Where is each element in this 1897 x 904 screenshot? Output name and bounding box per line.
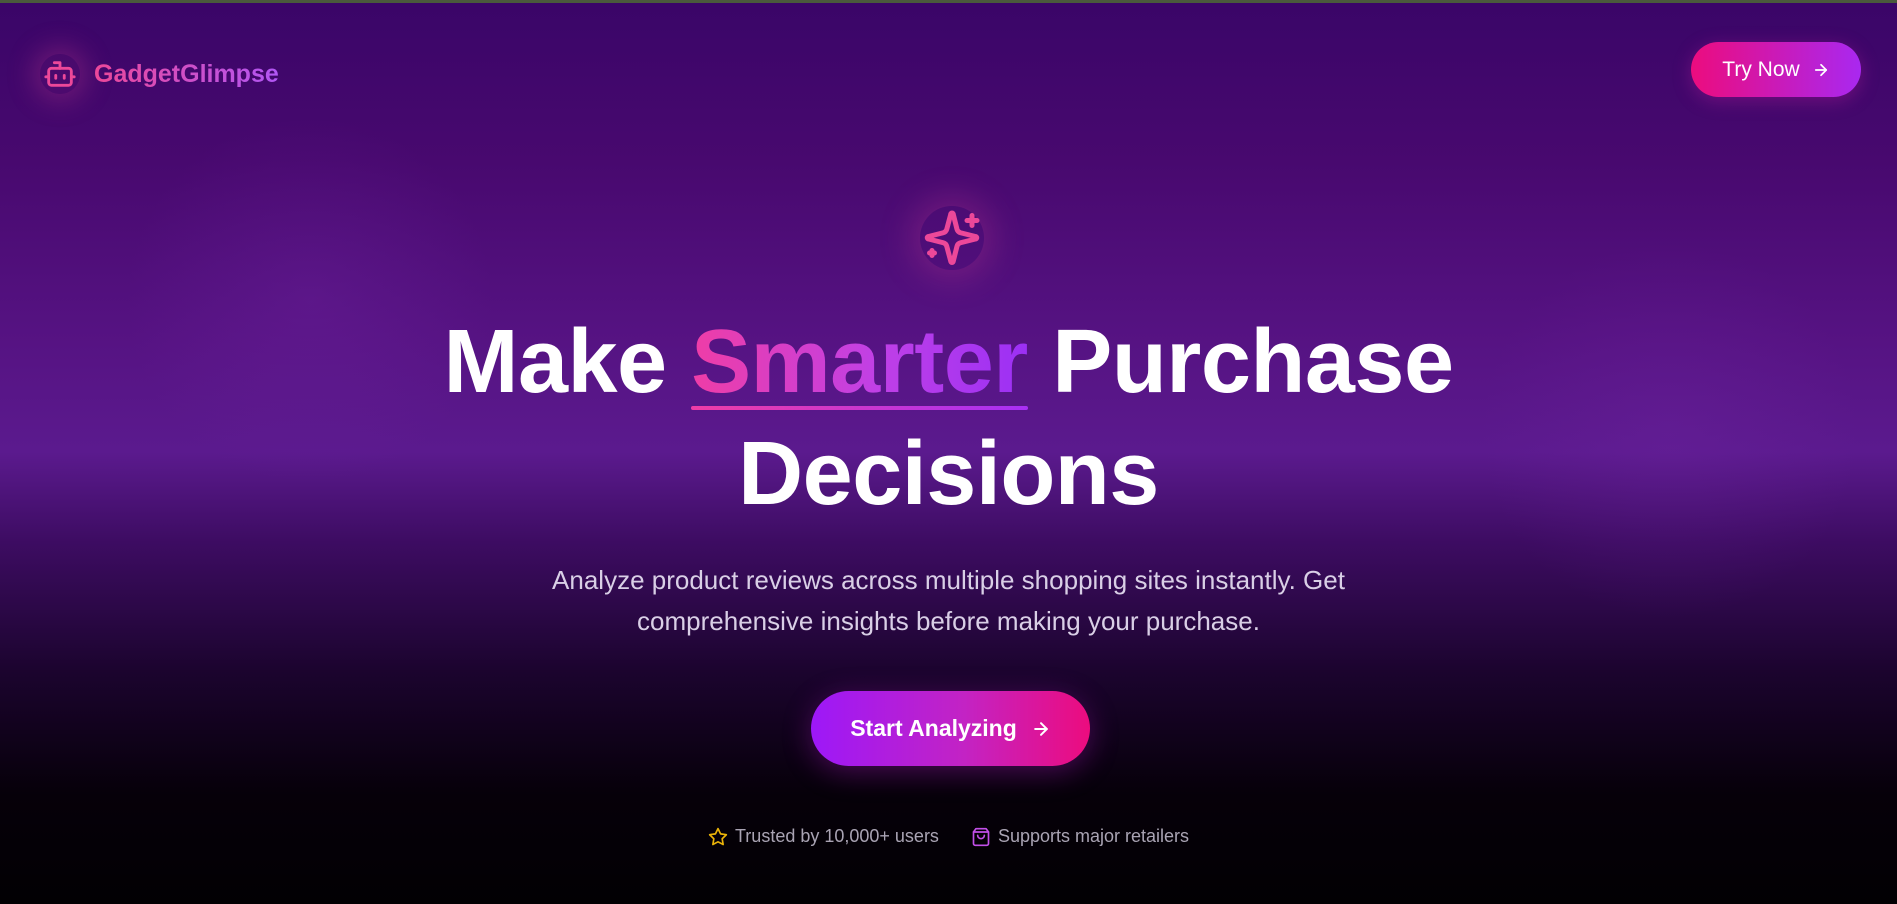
start-analyzing-label: Start Analyzing: [850, 715, 1017, 741]
arrow-right-icon: [1812, 61, 1830, 79]
try-now-label: Try Now: [1722, 57, 1800, 81]
headline-accent-text: Smarter: [691, 312, 1028, 412]
headline-text-before: Make: [443, 312, 692, 412]
brand-logo[interactable]: GadgetGlimpse: [40, 54, 279, 94]
accent-underline: [691, 406, 1028, 410]
try-now-button[interactable]: Try Now: [1691, 42, 1861, 97]
robot-icon: [40, 54, 80, 94]
star-icon: [708, 827, 728, 847]
arrow-right-icon: [1031, 719, 1051, 739]
hero-headline: Make Smarter Purchase Decisions: [300, 306, 1597, 530]
shopping-bag-icon: [971, 827, 991, 847]
headline-accent-word: Smarter: [691, 306, 1028, 418]
trust-item-retailers: Supports major retailers: [971, 826, 1189, 847]
trust-item-users: Trusted by 10,000+ users: [708, 826, 939, 847]
hero-subtitle: Analyze product reviews across multiple …: [552, 565, 1345, 636]
site-header: GadgetGlimpse Try Now: [0, 0, 1897, 140]
trust-item-retailers-label: Supports major retailers: [997, 826, 1190, 846]
start-analyzing-button[interactable]: Start Analyzing: [811, 691, 1090, 766]
sparkles-icon: [920, 206, 984, 270]
trust-indicators: Trusted by 10,000+ users Supports major …: [0, 826, 1897, 847]
brand-name: GadgetGlimpse: [94, 59, 279, 88]
trust-item-users-label: Trusted by 10,000+ users: [734, 826, 939, 846]
